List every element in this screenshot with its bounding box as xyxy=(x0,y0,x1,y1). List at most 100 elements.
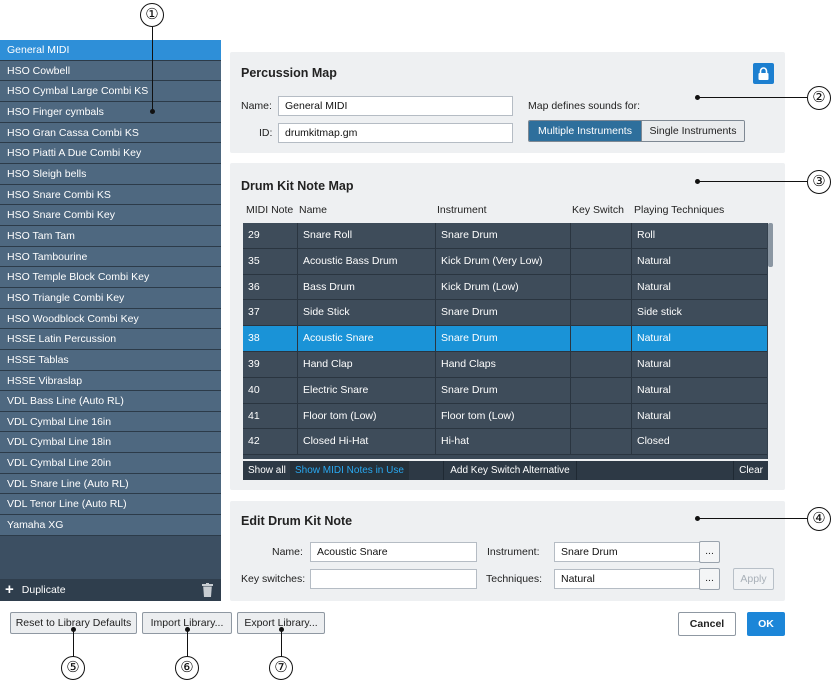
library-item[interactable]: General MIDI xyxy=(0,40,221,61)
playing-technique-cell[interactable]: Natural xyxy=(632,275,767,301)
midi-note-cell[interactable]: 35 xyxy=(243,248,298,275)
playing-technique-cell[interactable]: Roll xyxy=(632,223,767,249)
column-header-name[interactable]: Name xyxy=(299,204,327,216)
table-row[interactable]: 41 Floor tom (Low) Floor tom (Low) Natural xyxy=(243,403,767,430)
name-cell[interactable]: Hand Clap xyxy=(298,352,436,378)
playing-technique-cell[interactable]: Closed xyxy=(632,429,767,455)
map-name-field[interactable]: General MIDI xyxy=(278,96,513,116)
instrument-cell[interactable]: Snare Drum xyxy=(436,300,571,327)
library-item[interactable]: VDL Tenor Line (Auto RL) xyxy=(0,494,221,516)
name-cell[interactable]: Floor tom (Low) xyxy=(298,403,436,430)
instrument-browse-button[interactable]: ... xyxy=(699,541,720,563)
techniques-browse-button[interactable]: ... xyxy=(699,568,720,590)
midi-note-cell[interactable]: 42 xyxy=(243,429,298,456)
playing-technique-cell[interactable]: Natural xyxy=(632,404,767,430)
library-item[interactable]: HSO Finger cymbals xyxy=(0,101,221,123)
midi-note-cell[interactable]: 40 xyxy=(243,377,298,404)
multiple-instruments-button[interactable]: Multiple Instruments xyxy=(529,121,641,141)
library-item[interactable]: VDL Cymbal Line 16in xyxy=(0,411,221,433)
table-row[interactable]: 38 Acoustic Snare Snare Drum Natural xyxy=(243,326,767,352)
table-row[interactable]: 40 Electric Snare Snare Drum Natural xyxy=(243,377,767,404)
midi-note-cell[interactable]: 37 xyxy=(243,300,298,327)
column-header-key-switch[interactable]: Key Switch xyxy=(572,204,624,216)
library-item[interactable]: HSO Temple Block Combi Key xyxy=(0,267,221,288)
column-header-midi-note[interactable]: MIDI Note xyxy=(246,204,293,216)
instrument-cell[interactable]: Hi-hat xyxy=(436,429,571,456)
library-item[interactable]: VDL Snare Line (Auto RL) xyxy=(0,473,221,495)
library-item[interactable]: HSO Cowbell xyxy=(0,60,221,82)
show-all-button[interactable]: Show all xyxy=(243,461,291,480)
key-switch-cell[interactable] xyxy=(571,300,632,327)
playing-technique-cell[interactable]: Natural xyxy=(632,326,767,352)
key-switch-cell[interactable] xyxy=(571,352,632,378)
library-item[interactable]: HSSE Tablas xyxy=(0,349,221,371)
add-key-switch-alternative-button[interactable]: Add Key Switch Alternative xyxy=(443,461,577,480)
instrument-cell[interactable]: Snare Drum xyxy=(436,326,571,352)
instrument-cell[interactable]: Kick Drum (Low) xyxy=(436,274,571,301)
clear-button[interactable]: Clear xyxy=(733,461,768,480)
table-row[interactable]: 37 Side Stick Snare Drum Side stick xyxy=(243,300,767,327)
trash-icon[interactable] xyxy=(202,583,213,597)
table-row[interactable]: 42 Closed Hi-Hat Hi-hat Closed xyxy=(243,429,767,456)
midi-note-cell[interactable]: 38 xyxy=(243,326,298,352)
table-row[interactable]: 29 Snare Roll Snare Drum Roll xyxy=(243,223,767,249)
library-item[interactable]: HSO Sleigh bells xyxy=(0,163,221,185)
playing-technique-cell[interactable]: Side stick xyxy=(632,300,767,326)
instrument-cell[interactable]: Floor tom (Low) xyxy=(436,403,571,430)
key-switch-cell[interactable] xyxy=(571,274,632,301)
note-name-field[interactable]: Acoustic Snare xyxy=(310,542,477,562)
key-switch-cell[interactable] xyxy=(571,248,632,275)
midi-note-cell[interactable]: 29 xyxy=(243,223,298,249)
midi-note-cell[interactable]: 36 xyxy=(243,274,298,301)
name-cell[interactable]: Side Stick xyxy=(298,300,436,327)
key-switches-field[interactable] xyxy=(310,569,477,589)
playing-technique-cell[interactable]: Natural xyxy=(632,352,767,378)
name-cell[interactable]: Acoustic Snare xyxy=(298,326,436,352)
playing-technique-cell[interactable]: Natural xyxy=(632,378,767,404)
techniques-field[interactable]: Natural xyxy=(554,569,700,589)
library-item[interactable]: Yamaha XG xyxy=(0,515,221,536)
name-cell[interactable]: Bass Drum xyxy=(298,274,436,301)
library-item[interactable]: HSO Piatti A Due Combi Key xyxy=(0,143,221,164)
midi-note-cell[interactable]: 39 xyxy=(243,352,298,378)
library-item[interactable]: VDL Cymbal Line 18in xyxy=(0,432,221,454)
instrument-cell[interactable]: Snare Drum xyxy=(436,223,571,249)
column-header-instrument[interactable]: Instrument xyxy=(437,204,487,216)
key-switch-cell[interactable] xyxy=(571,403,632,430)
library-item[interactable]: HSO Tambourine xyxy=(0,246,221,268)
lock-button[interactable] xyxy=(753,63,774,84)
key-switch-cell[interactable] xyxy=(571,326,632,352)
name-cell[interactable]: Acoustic Bass Drum xyxy=(298,248,436,275)
name-cell[interactable]: Closed Hi-Hat xyxy=(298,429,436,456)
name-cell[interactable]: Electric Snare xyxy=(298,377,436,404)
show-midi-notes-in-use-button[interactable]: Show MIDI Notes in Use xyxy=(290,461,409,480)
playing-technique-cell[interactable]: Natural xyxy=(632,249,767,275)
library-item[interactable]: HSO Woodblock Combi Key xyxy=(0,308,221,330)
library-item[interactable]: VDL Cymbal Line 20in xyxy=(0,453,221,474)
library-item[interactable]: HSSE Vibraslap xyxy=(0,370,221,392)
midi-note-cell[interactable]: 41 xyxy=(243,403,298,430)
library-item[interactable]: HSO Snare Combi Key xyxy=(0,205,221,226)
instrument-cell[interactable]: Hand Claps xyxy=(436,352,571,378)
table-row[interactable]: 39 Hand Clap Hand Claps Natural xyxy=(243,352,767,378)
instrument-cell[interactable]: Snare Drum xyxy=(436,377,571,404)
instrument-cell[interactable]: Kick Drum (Very Low) xyxy=(436,248,571,275)
table-row[interactable]: 36 Bass Drum Kick Drum (Low) Natural xyxy=(243,274,767,301)
key-switch-cell[interactable] xyxy=(571,223,632,249)
library-item[interactable]: HSO Cymbal Large Combi KS xyxy=(0,81,221,102)
library-item[interactable]: HSO Snare Combi KS xyxy=(0,184,221,206)
key-switch-cell[interactable] xyxy=(571,377,632,404)
scrollbar-thumb[interactable] xyxy=(768,223,773,267)
library-item[interactable]: HSSE Latin Percussion xyxy=(0,329,221,350)
map-id-field[interactable]: drumkitmap.gm xyxy=(278,123,513,143)
ok-button[interactable]: OK xyxy=(747,612,785,636)
column-header-playing-techniques[interactable]: Playing Techniques xyxy=(634,204,724,216)
table-row[interactable]: 35 Acoustic Bass Drum Kick Drum (Very Low)… xyxy=(243,248,767,275)
cancel-button[interactable]: Cancel xyxy=(678,612,736,636)
apply-button[interactable]: Apply xyxy=(733,568,774,590)
instrument-field[interactable]: Snare Drum xyxy=(554,542,700,562)
single-instruments-button[interactable]: Single Instruments xyxy=(641,121,744,141)
name-cell[interactable]: Snare Roll xyxy=(298,223,436,249)
library-item[interactable]: VDL Bass Line (Auto RL) xyxy=(0,391,221,412)
library-item[interactable]: HSO Gran Cassa Combi KS xyxy=(0,122,221,144)
